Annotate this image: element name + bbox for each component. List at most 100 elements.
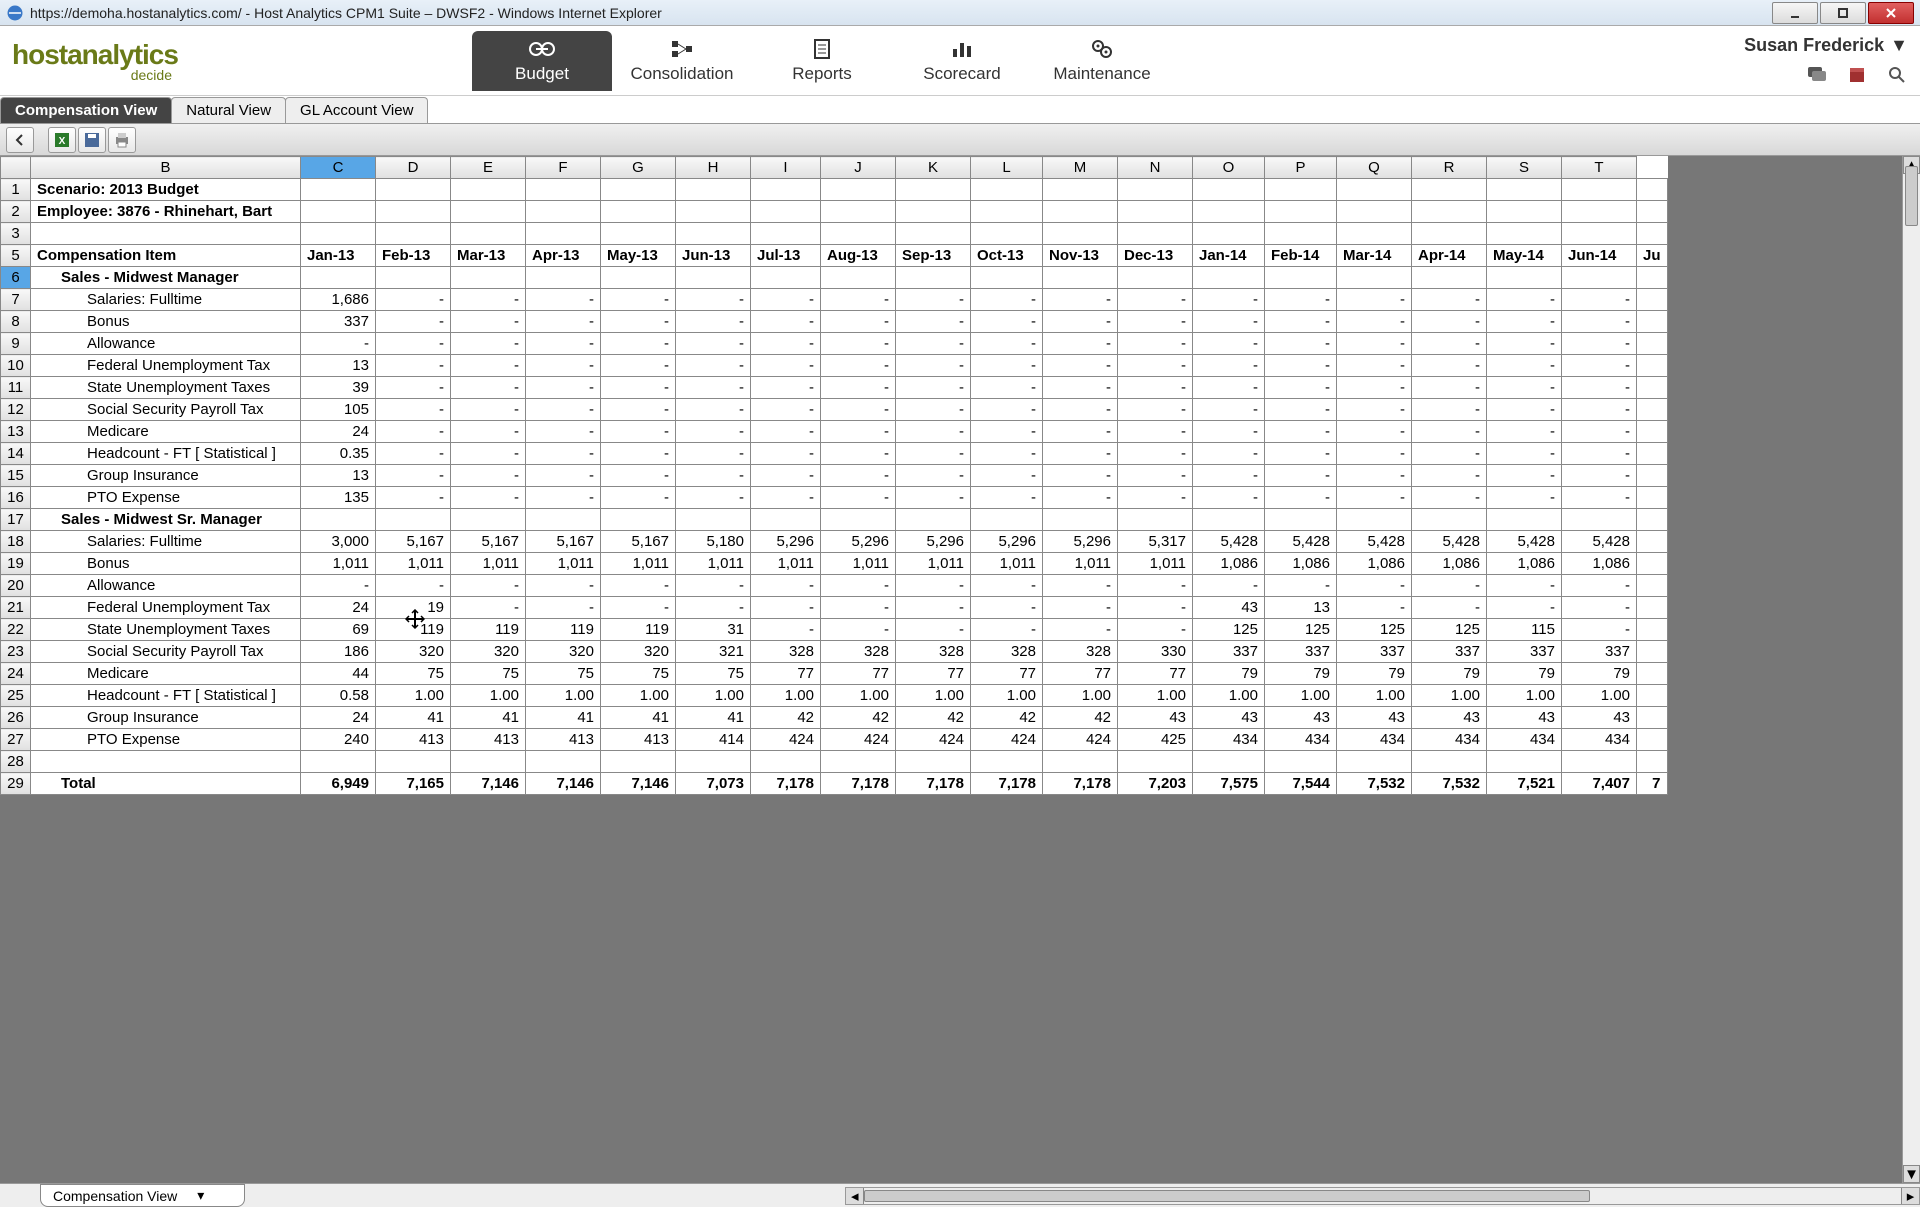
cell[interactable]: 186 [301,641,376,663]
cell[interactable] [1265,179,1337,201]
row-label[interactable]: Employee: 3876 - Rhinehart, Bart [31,201,301,223]
row-label[interactable]: Total [31,773,301,795]
cell[interactable]: 43 [1562,707,1637,729]
cell[interactable]: - [1487,597,1562,619]
cell[interactable]: 328 [821,641,896,663]
cell[interactable] [1265,201,1337,223]
row-header[interactable]: 28 [1,751,31,773]
cell[interactable] [601,223,676,245]
cell[interactable]: - [1118,443,1193,465]
user-menu[interactable]: Susan Frederick ▼ [1744,35,1908,56]
cell[interactable]: 1.00 [751,685,821,707]
cell[interactable]: - [1337,443,1412,465]
cell[interactable]: - [526,465,601,487]
cell[interactable] [896,223,971,245]
cell[interactable]: - [601,289,676,311]
cell[interactable]: - [1118,465,1193,487]
cell[interactable]: 125 [1265,619,1337,641]
cell[interactable] [451,179,526,201]
cell[interactable]: 13 [301,465,376,487]
cell[interactable]: 425 [1118,729,1193,751]
cell[interactable]: 39 [301,377,376,399]
cell[interactable]: - [1043,465,1118,487]
cell[interactable] [376,751,451,773]
cell[interactable] [301,267,376,289]
cell[interactable]: - [676,443,751,465]
cell[interactable]: 42 [821,707,896,729]
row-label[interactable]: PTO Expense [31,729,301,751]
cell[interactable]: - [451,311,526,333]
cell[interactable]: - [1043,597,1118,619]
cell[interactable]: - [676,355,751,377]
cell[interactable]: - [971,487,1043,509]
cell[interactable] [1265,751,1337,773]
row-label[interactable]: Group Insurance [31,465,301,487]
tab-natural-view[interactable]: Natural View [171,97,286,123]
save-button[interactable] [78,127,106,153]
cell[interactable]: - [1193,575,1265,597]
cell[interactable]: - [1043,333,1118,355]
cell[interactable]: - [451,575,526,597]
cell[interactable] [1487,509,1562,531]
cell[interactable] [1118,201,1193,223]
cell[interactable]: - [896,355,971,377]
cell[interactable]: - [821,355,896,377]
cell[interactable]: - [971,619,1043,641]
cell[interactable]: 24 [301,707,376,729]
cell[interactable]: - [301,333,376,355]
cell[interactable]: - [1337,311,1412,333]
cell[interactable]: - [1562,575,1637,597]
month-header[interactable]: Jul-13 [751,245,821,267]
cell[interactable]: - [526,333,601,355]
row-header[interactable]: 19 [1,553,31,575]
cell[interactable]: - [451,487,526,509]
cell[interactable]: - [1043,443,1118,465]
cell[interactable] [1637,333,1668,355]
cell[interactable]: - [751,443,821,465]
cell[interactable] [1562,267,1637,289]
cell[interactable]: 77 [821,663,896,685]
cell[interactable] [896,201,971,223]
cell[interactable]: 42 [1043,707,1118,729]
cell[interactable]: - [451,465,526,487]
cell[interactable]: - [376,355,451,377]
cell[interactable]: - [896,399,971,421]
row-label[interactable]: Scenario: 2013 Budget [31,179,301,201]
cell[interactable]: 41 [451,707,526,729]
cell[interactable]: - [1043,487,1118,509]
cell[interactable]: 1.00 [971,685,1043,707]
cell[interactable] [1637,377,1668,399]
cell[interactable]: 320 [451,641,526,663]
cell[interactable] [1118,223,1193,245]
cell[interactable] [301,201,376,223]
cell[interactable] [1337,267,1412,289]
cell[interactable] [1412,509,1487,531]
month-header[interactable]: Sep-13 [896,245,971,267]
cell[interactable]: - [1118,487,1193,509]
cell[interactable]: 1,011 [971,553,1043,575]
cell[interactable]: - [676,575,751,597]
cell[interactable]: - [1487,421,1562,443]
cell[interactable]: 434 [1265,729,1337,751]
cell[interactable]: - [526,487,601,509]
cell[interactable] [1043,201,1118,223]
row-header[interactable]: 25 [1,685,31,707]
cell[interactable]: 413 [526,729,601,751]
cell[interactable]: - [1412,333,1487,355]
cell[interactable]: - [676,333,751,355]
cell[interactable]: 75 [601,663,676,685]
cell[interactable] [1193,751,1265,773]
cell[interactable] [1487,201,1562,223]
column-header[interactable]: S [1487,157,1562,179]
cell[interactable] [971,751,1043,773]
cell[interactable]: - [451,421,526,443]
cell[interactable]: - [896,311,971,333]
cell[interactable]: - [1043,619,1118,641]
cell[interactable]: 13 [1265,597,1337,619]
cell[interactable] [1337,509,1412,531]
cell[interactable] [896,509,971,531]
cell[interactable]: - [376,487,451,509]
row-label[interactable] [31,751,301,773]
cell[interactable]: 19 [376,597,451,619]
sheet-tab[interactable]: Compensation View ▾ [40,1184,245,1207]
